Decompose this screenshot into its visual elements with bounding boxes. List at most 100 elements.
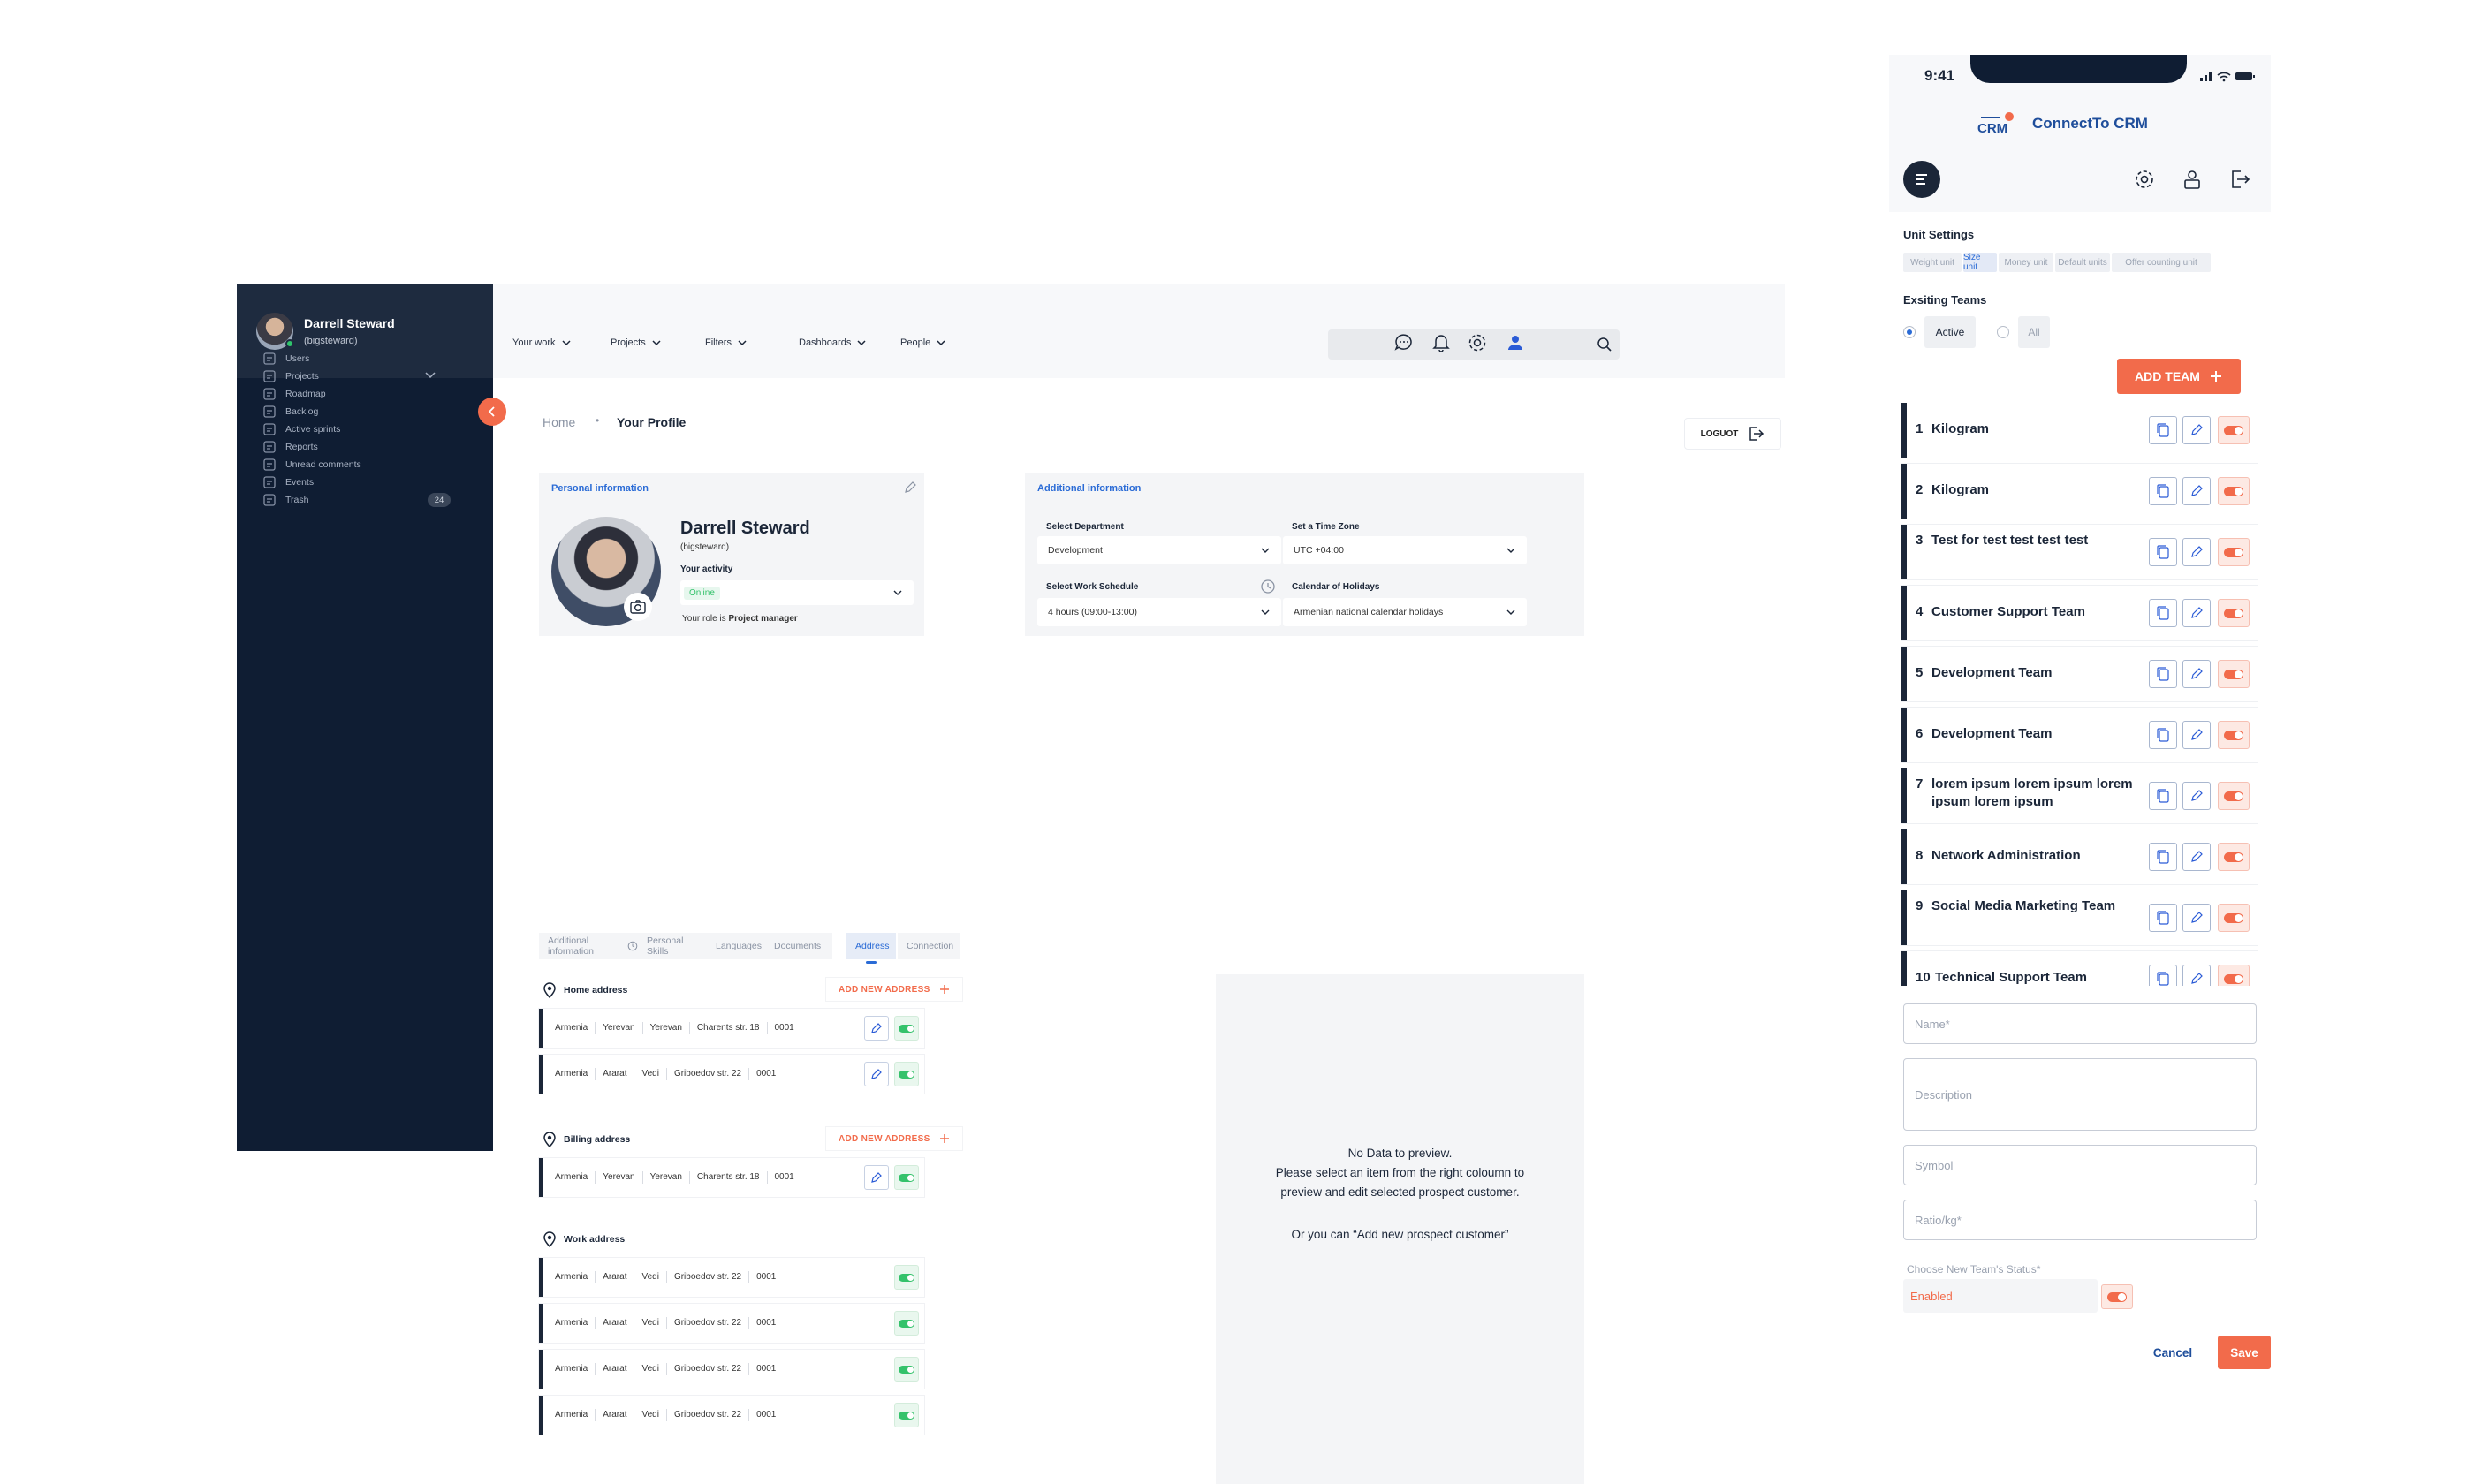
department-select[interactable]: Development: [1037, 536, 1281, 564]
sidebar-item-users[interactable]: Users: [262, 349, 309, 368]
team-status-toggle[interactable]: [2218, 782, 2250, 810]
edit-address-button[interactable]: [864, 1016, 889, 1041]
activity-select[interactable]: Online: [680, 580, 914, 605]
collapse-sidebar-button[interactable]: [478, 398, 506, 426]
copy-team-button[interactable]: [2149, 660, 2177, 688]
copy-team-button[interactable]: [2149, 782, 2177, 810]
sidebar-item-active-sprints[interactable]: Active sprints: [262, 420, 340, 439]
schedule-select[interactable]: 4 hours (09:00-13:00): [1037, 598, 1281, 626]
team-status-toggle[interactable]: [2218, 965, 2250, 986]
save-button[interactable]: Save: [2218, 1336, 2271, 1369]
description-field[interactable]: Description: [1903, 1058, 2257, 1131]
copy-team-button[interactable]: [2149, 721, 2177, 749]
name-field[interactable]: Name*: [1903, 1003, 2257, 1044]
edit-team-button[interactable]: [2182, 660, 2211, 688]
edit-team-button[interactable]: [2182, 599, 2211, 627]
sidebar-item-events[interactable]: Events: [262, 473, 314, 492]
address-toggle[interactable]: [894, 1357, 919, 1382]
user-icon[interactable]: [1504, 331, 1527, 354]
edit-pencil-icon[interactable]: [903, 481, 917, 495]
unit-tab-size-unit[interactable]: Size unit: [1963, 253, 1997, 272]
team-status-toggle[interactable]: [2218, 660, 2250, 688]
gear-icon[interactable]: [1466, 331, 1489, 354]
active-radio[interactable]: [1903, 326, 1916, 338]
breadcrumb-home[interactable]: Home: [543, 415, 575, 429]
sidebar-item-backlog[interactable]: Backlog: [262, 402, 318, 421]
add-home-address-button[interactable]: ADD NEW ADDRESS: [825, 977, 963, 1002]
menu-button[interactable]: [1903, 161, 1940, 198]
filter-all-chip[interactable]: All: [2018, 316, 2050, 348]
edit-address-button[interactable]: [864, 1062, 889, 1086]
team-status-toggle[interactable]: [2218, 416, 2250, 444]
edit-address-button[interactable]: [864, 1165, 889, 1190]
unit-tab-default-units[interactable]: Default units: [2055, 253, 2110, 272]
bell-icon[interactable]: [1430, 331, 1453, 354]
address-toggle[interactable]: [894, 1165, 919, 1190]
tab-connection[interactable]: Connection: [898, 933, 960, 959]
lock-user-icon[interactable]: [2181, 168, 2204, 191]
edit-team-button[interactable]: [2182, 843, 2211, 871]
timezone-select[interactable]: UTC +04:00: [1283, 536, 1527, 564]
copy-team-button[interactable]: [2149, 904, 2177, 932]
add-billing-address-button[interactable]: ADD NEW ADDRESS: [825, 1126, 963, 1151]
tab-additional-information[interactable]: Additional information: [539, 933, 647, 959]
team-row[interactable]: 7 lorem ipsum lorem ipsum lorem ipsum lor…: [1901, 768, 2258, 823]
copy-team-button[interactable]: [2149, 477, 2177, 505]
address-toggle[interactable]: [894, 1265, 919, 1290]
team-row[interactable]: 1 Kilogram: [1901, 403, 2258, 458]
team-row[interactable]: 10 Technical Support Team: [1901, 951, 2258, 986]
address-row[interactable]: Armenia Yerevan Yerevan Charents str. 18 000…: [539, 1158, 924, 1197]
sidebar-item-reports[interactable]: Reports: [262, 437, 318, 457]
team-status-toggle[interactable]: [2218, 599, 2250, 627]
address-row[interactable]: Armenia Ararat Vedi Griboedov str. 22 0001: [539, 1304, 924, 1343]
team-row[interactable]: 9 Social Media Marketing Team: [1901, 890, 2258, 945]
address-row[interactable]: Armenia Ararat Vedi Griboedov str. 22 0001: [539, 1350, 924, 1389]
edit-team-button[interactable]: [2182, 904, 2211, 932]
unit-tab-money-unit[interactable]: Money unit: [1999, 253, 2053, 272]
unit-tab-offer-counting-unit[interactable]: Offer counting unit: [2112, 253, 2211, 272]
team-row[interactable]: 4 Customer Support Team: [1901, 586, 2258, 640]
address-row[interactable]: Armenia Ararat Vedi Griboedov str. 22 0001: [539, 1396, 924, 1435]
all-radio[interactable]: [1997, 326, 2009, 338]
logout-icon[interactable]: [2228, 168, 2251, 191]
tab-personal-skills[interactable]: Personal Skills: [638, 933, 710, 959]
address-row[interactable]: Armenia Yerevan Yerevan Charents str. 18 000…: [539, 1009, 924, 1048]
team-row[interactable]: 3 Test for test test test test: [1901, 525, 2258, 579]
filter-active-chip[interactable]: Active: [1924, 316, 1976, 348]
nav-menu-your-work[interactable]: Your work: [512, 337, 572, 348]
team-status-toggle[interactable]: [2218, 477, 2250, 505]
address-row[interactable]: Armenia Ararat Vedi Griboedov str. 22 0001: [539, 1055, 924, 1094]
copy-team-button[interactable]: [2149, 416, 2177, 444]
team-status-toggle[interactable]: [2218, 538, 2250, 566]
address-toggle[interactable]: [894, 1403, 919, 1427]
symbol-field[interactable]: Symbol: [1903, 1145, 2257, 1185]
copy-team-button[interactable]: [2149, 965, 2177, 986]
holidays-select[interactable]: Armenian national calendar holidays: [1283, 598, 1527, 626]
tab-address[interactable]: Address: [846, 933, 896, 964]
copy-team-button[interactable]: [2149, 538, 2177, 566]
add-team-button[interactable]: ADD TEAM: [2117, 359, 2241, 394]
nav-menu-dashboards[interactable]: Dashboards: [799, 337, 867, 348]
chevron-down-icon[interactable]: [424, 371, 436, 380]
team-row[interactable]: 8 Network Administration: [1901, 829, 2258, 884]
nav-menu-filters[interactable]: Filters: [705, 337, 748, 348]
edit-team-button[interactable]: [2182, 965, 2211, 986]
change-photo-button[interactable]: [624, 593, 652, 621]
edit-team-button[interactable]: [2182, 416, 2211, 444]
edit-team-button[interactable]: [2182, 538, 2211, 566]
status-toggle[interactable]: [2101, 1284, 2133, 1309]
nav-menu-projects[interactable]: Projects: [611, 337, 662, 348]
sidebar-item-projects[interactable]: Projects: [262, 367, 319, 386]
sidebar-item-trash[interactable]: Trash: [262, 490, 308, 510]
cancel-button[interactable]: Cancel: [2145, 1336, 2200, 1369]
edit-team-button[interactable]: [2182, 477, 2211, 505]
team-status-toggle[interactable]: [2218, 904, 2250, 932]
ratio-field[interactable]: Ratio/kg*: [1903, 1200, 2257, 1240]
address-row[interactable]: Armenia Ararat Vedi Griboedov str. 22 0001: [539, 1258, 924, 1297]
edit-team-button[interactable]: [2182, 782, 2211, 810]
nav-menu-people[interactable]: People: [900, 337, 946, 348]
sidebar-item-unread-comments[interactable]: Unread comments: [262, 455, 361, 474]
team-row[interactable]: 6 Development Team: [1901, 708, 2258, 762]
copy-team-button[interactable]: [2149, 843, 2177, 871]
address-toggle[interactable]: [894, 1311, 919, 1336]
